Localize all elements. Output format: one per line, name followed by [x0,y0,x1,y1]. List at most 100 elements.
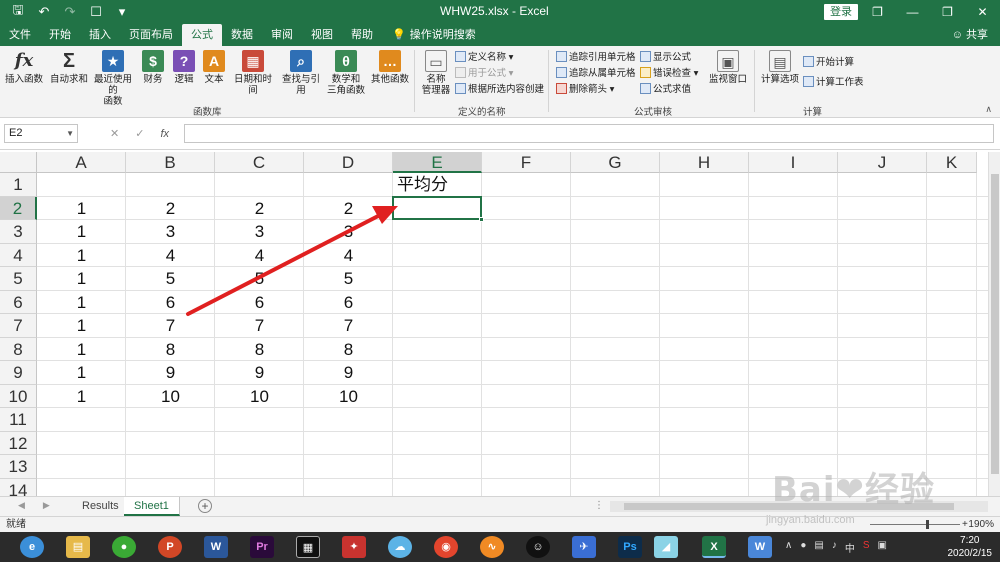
financial-button[interactable]: $ 财务 [140,50,166,85]
annotation-arrow [186,206,398,316]
save-icon[interactable]: 🖫 [10,1,26,23]
new-file-icon[interactable]: ☐ [88,4,104,20]
date-time-button[interactable]: ▦ 日期和时间 [230,50,276,96]
word-icon[interactable]: W [204,536,228,558]
share-button[interactable]: ☺ 共享 [952,24,988,46]
tray-extra-icon[interactable]: ▣ [878,540,887,555]
autosum-button[interactable]: Σ 自动求和 [50,50,88,85]
tell-me-search[interactable]: 💡 操作说明搜索 [382,24,476,46]
sheet-prev-icon[interactable]: ◀ [18,500,25,511]
restore-icon[interactable]: ❐ [930,0,965,24]
tab-page-layout[interactable]: 页面布局 [120,24,182,46]
math-trig-button[interactable]: θ 数学和 三角函数 [326,50,366,96]
sogou-icon[interactable]: S [863,540,870,555]
network-icon[interactable]: ▤ [814,540,823,555]
trace-dependents-button[interactable]: 追踪从属单元格 [556,67,636,81]
trace-precedents-button[interactable]: 追踪引用单元格 [556,51,636,65]
zoom-in-icon[interactable]: + [962,517,968,532]
clock[interactable]: 7:20 2020/2/15 [948,534,993,560]
tray-app-icon[interactable]: ● [800,540,806,555]
volume-icon[interactable]: ♪ [832,540,837,555]
excel-icon[interactable]: X [702,536,726,558]
title-bar: 🖫 ↶ ↷ ☐ ▾ WHW25.xlsx - Excel 登录 ❐ — ❐ ✕ [0,0,1000,24]
create-from-selection-button[interactable]: 根据所选内容创建 [455,83,544,97]
sheet-tab-sheet1[interactable]: Sheet1 [124,497,180,516]
ribbon-display-icon[interactable]: ❐ [860,0,895,24]
use-in-formula-button[interactable]: 用于公式 ▾ [455,67,513,81]
wps-icon[interactable]: ✦ [342,536,366,558]
sheet-tab-results[interactable]: Results [72,497,130,516]
theta-icon: θ [335,50,357,72]
create-from-selection-icon [455,83,466,94]
zoom-slider[interactable] [870,520,960,529]
tab-home[interactable]: 开始 [40,24,80,46]
show-formulas-button[interactable]: 显示公式 [640,51,691,65]
minimize-icon[interactable]: — [895,0,930,24]
vertical-scrollbar[interactable] [988,152,1000,496]
insert-function-button[interactable]: fx 插入函数 [4,50,44,85]
logical-button[interactable]: ? 逻辑 [172,50,196,85]
glass-app-icon[interactable]: ◢ [654,536,678,558]
wechat-icon[interactable]: ● [112,536,136,558]
close-icon[interactable]: ✕ [965,0,1000,24]
add-sheet-icon[interactable]: + [198,499,212,513]
chrome-icon[interactable]: ◉ [434,536,458,558]
video-icon[interactable]: ▦ [296,536,320,558]
powerpoint-icon[interactable]: P [158,536,182,558]
tab-help[interactable]: 帮助 [342,24,382,46]
customize-qat-icon[interactable]: ▾ [114,4,130,20]
tray-expand-icon[interactable]: ∧ [785,540,792,555]
photoshop-icon[interactable]: Ps [618,536,642,558]
insert-function-icon[interactable]: fx [160,128,169,140]
sheet-next-icon[interactable]: ▶ [43,500,50,511]
enter-icon[interactable]: ✓ [135,127,144,140]
name-manager-button[interactable]: ▭ 名称 管理器 [420,50,452,96]
formula-input[interactable] [184,124,994,143]
calculation-options-button[interactable]: ▤ 计算选项 [760,50,800,85]
define-name-button[interactable]: 定义名称 ▾ [455,51,513,65]
recently-used-button[interactable]: ★ 最近使用的 函数 [90,50,136,107]
horizontal-scrollbar[interactable] [610,501,988,512]
calculate-now-button[interactable]: 开始计算 [803,56,854,70]
wps-writer-icon[interactable]: W [748,536,772,558]
undo-icon[interactable]: ↶ [36,4,52,20]
evaluate-formula-button[interactable]: 公式求值 [640,83,691,97]
tab-review[interactable]: 审阅 [262,24,302,46]
calculate-sheet-button[interactable]: 计算工作表 [803,76,864,90]
datetime-label: 日期和时间 [233,74,272,96]
window-title: WHW25.xlsx - Excel [440,4,549,18]
name-box[interactable]: E2 ▼ [4,124,78,143]
feishu-icon[interactable]: ✈ [572,536,596,558]
cloud-bird-icon[interactable]: ☁ [388,536,412,558]
qq-icon[interactable]: ☺ [526,536,550,558]
redo-icon[interactable]: ↷ [62,4,78,20]
tab-formulas[interactable]: 公式 [182,24,222,46]
tab-file[interactable]: 文件 [0,24,40,46]
premiere-icon[interactable]: Pr [250,536,274,558]
error-checking-button[interactable]: 错误检查 ▾ [640,67,698,81]
zoom-level[interactable]: 190% [968,517,994,532]
financial-book-icon: $ [142,50,164,72]
browser-icon[interactable]: e [20,536,44,558]
formula-buttons: ✕ ✓ fx [100,124,180,143]
app-swirl-icon[interactable]: ∿ [480,536,504,558]
arrow-shaft [186,212,384,316]
lookup-reference-button[interactable]: ⌕ 查找与引用 [278,50,324,96]
watch-window-button[interactable]: ▣ 监视窗口 [708,50,748,85]
group-label-function-library: 函数库 [193,107,222,118]
tab-data[interactable]: 数据 [222,24,262,46]
cancel-icon[interactable]: ✕ [110,127,119,140]
text-button[interactable]: A 文本 [202,50,226,85]
login-button[interactable]: 登录 [824,4,858,20]
ime-icon[interactable]: 中 [845,540,855,555]
more-functions-button[interactable]: … 其他函数 [370,50,410,85]
collapse-ribbon-icon[interactable]: ∧ [985,104,992,115]
tab-insert[interactable]: 插入 [80,24,120,46]
remove-arrows-button[interactable]: 删除箭头 ▾ [556,83,614,97]
more-options-icon[interactable]: ⋮ [594,500,604,511]
ribbon-separator [414,50,415,112]
tab-view[interactable]: 视图 [302,24,342,46]
ribbon-separator [754,50,755,112]
formula-bar: E2 ▼ ✕ ✓ fx [0,118,1000,150]
folder-icon[interactable]: ▤ [66,536,90,558]
